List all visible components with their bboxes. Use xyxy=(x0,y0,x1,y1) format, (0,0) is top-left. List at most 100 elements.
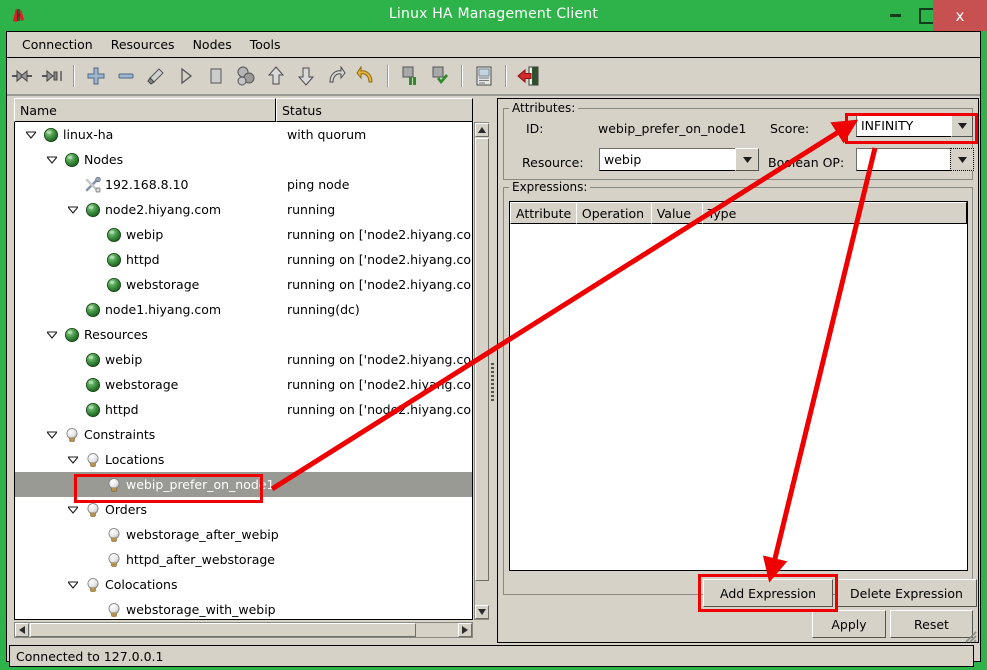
move-up-icon[interactable] xyxy=(261,61,291,91)
tree-row-status: running(dc) xyxy=(287,302,360,317)
bulb-icon xyxy=(85,502,101,518)
expressions-table[interactable]: Attribute Operation Value Type xyxy=(509,201,968,571)
exit-icon[interactable] xyxy=(513,61,543,91)
expr-column-value[interactable]: Value xyxy=(650,202,703,224)
tree-twisty-expanded-icon[interactable] xyxy=(67,204,79,216)
tree-row-webstorage[interactable]: webstorage running on ['node2.hiyang.com'… xyxy=(15,272,472,297)
highlight-box-add-expression xyxy=(698,574,838,612)
details-panel: Attributes: ID: webip_prefer_on_node1 Sc… xyxy=(497,98,979,643)
remove-icon[interactable] xyxy=(111,61,141,91)
report-icon[interactable] xyxy=(469,61,499,91)
tree-twisty-expanded-icon[interactable] xyxy=(67,504,79,516)
redo-icon[interactable] xyxy=(321,61,351,91)
tree-row-webstorage[interactable]: webstorage running on ['node2.hiyang.com'… xyxy=(15,372,472,397)
score-label: Score: xyxy=(770,121,810,136)
disconnect-icon[interactable] xyxy=(37,61,67,91)
tree-row-status: running xyxy=(287,202,336,217)
close-button[interactable]: x xyxy=(933,0,987,31)
scroll-down-arrow-icon[interactable] xyxy=(475,605,489,619)
scroll-right-arrow-icon[interactable] xyxy=(458,623,472,637)
tree-row-colocations[interactable]: Colocations xyxy=(15,572,472,597)
tree-twisty-expanded-icon[interactable] xyxy=(67,579,79,591)
tree-row-status: running on ['node2.hiyang.com'] xyxy=(287,352,473,367)
tree-row-label: linux-ha xyxy=(63,127,114,142)
tree-row-resources[interactable]: Resources xyxy=(15,322,472,347)
status-bar: Connected to 127.0.0.1 xyxy=(9,645,974,667)
tree-twisty-expanded-icon[interactable] xyxy=(25,129,37,141)
tree-horizontal-scrollbar[interactable] xyxy=(14,622,473,638)
tree-row-httpd-after-webstorage[interactable]: httpd_after_webstorage xyxy=(15,547,472,572)
expr-column-type[interactable]: Type xyxy=(701,202,967,224)
menu-item-resources[interactable]: Resources xyxy=(102,34,184,55)
tree-row-node1-hiyang-com[interactable]: node1.hiyang.com running(dc) xyxy=(15,297,472,322)
menu-item-nodes[interactable]: Nodes xyxy=(184,34,241,55)
green-ball-icon xyxy=(85,302,101,318)
add-icon[interactable] xyxy=(81,61,111,91)
cleanup-icon[interactable] xyxy=(141,61,171,91)
expr-column-operation[interactable]: Operation xyxy=(575,202,652,224)
tree-row-label: node2.hiyang.com xyxy=(105,202,222,217)
menu-item-tools[interactable]: Tools xyxy=(241,34,290,55)
tree-row-constraints[interactable]: Constraints xyxy=(15,422,472,447)
tree-row-webip[interactable]: webip running on ['node2.hiyang.com'] xyxy=(15,347,472,372)
minimize-button[interactable] xyxy=(880,0,910,31)
tree-twisty-expanded-icon[interactable] xyxy=(67,454,79,466)
menu-item-connection[interactable]: Connection xyxy=(13,34,102,55)
tree-vertical-scrollbar-thumb[interactable] xyxy=(475,138,489,581)
green-ball-icon xyxy=(85,352,101,368)
migrate-icon[interactable] xyxy=(231,61,261,91)
tree-row-locations[interactable]: Locations xyxy=(15,447,472,472)
scroll-left-arrow-icon[interactable] xyxy=(15,623,29,637)
tree-row-webip[interactable]: webip running on ['node2.hiyang.com'] xyxy=(15,222,472,247)
green-ball-icon xyxy=(64,327,80,343)
tools-icon xyxy=(85,176,101,193)
resource-label: Resource: xyxy=(522,155,584,170)
tree-row-httpd[interactable]: httpd running on ['node2.hiyang.com'] xyxy=(15,397,472,422)
toolbar-separator xyxy=(505,65,507,87)
resource-dropdown-button[interactable] xyxy=(735,148,759,171)
tree-twisty-expanded-icon[interactable] xyxy=(46,429,58,441)
tree-horizontal-scrollbar-thumb[interactable] xyxy=(30,623,416,637)
expr-column-attribute[interactable]: Attribute xyxy=(510,202,577,224)
tree-vertical-scrollbar[interactable] xyxy=(474,122,490,620)
tree-row-192-168-8-10[interactable]: 192.168.8.10 ping node xyxy=(15,172,472,197)
panel-splitter[interactable] xyxy=(489,98,497,643)
start-icon[interactable] xyxy=(171,61,201,91)
tree-row-node2-hiyang-com[interactable]: node2.hiyang.com running xyxy=(15,197,472,222)
boolean-op-dropdown-button[interactable] xyxy=(950,148,974,171)
connect-icon[interactable] xyxy=(7,61,37,91)
apply-button[interactable]: Apply xyxy=(812,610,886,638)
resize-grip-icon[interactable] xyxy=(961,627,977,643)
tree-row-label: httpd xyxy=(126,252,160,267)
stop-icon[interactable] xyxy=(201,61,231,91)
move-down-icon[interactable] xyxy=(291,61,321,91)
tree-row-label: Resources xyxy=(84,327,148,342)
toolbar-separator xyxy=(461,65,463,87)
chevron-down-icon xyxy=(957,156,967,163)
tree-row-label: webstorage_with_webip xyxy=(126,602,276,617)
column-header-name[interactable]: Name xyxy=(14,98,276,122)
toolbar xyxy=(7,58,980,96)
tree-twisty-expanded-icon[interactable] xyxy=(46,154,58,166)
column-header-status[interactable]: Status xyxy=(276,98,473,122)
tree-twisty-expanded-icon[interactable] xyxy=(46,329,58,341)
online-icon[interactable] xyxy=(425,61,455,91)
boolean-op-input[interactable] xyxy=(856,148,952,171)
tree-row-httpd[interactable]: httpd running on ['node2.hiyang.com'] xyxy=(15,247,472,272)
tree-row-webstorage-with-webip[interactable]: webstorage_with_webip xyxy=(15,597,472,619)
expressions-table-header: Attribute Operation Value Type xyxy=(510,202,967,224)
tree-row-label: node1.hiyang.com xyxy=(105,302,222,317)
tree-row-webstorage-after-webip[interactable]: webstorage_after_webip xyxy=(15,522,472,547)
resource-input[interactable]: webip xyxy=(599,148,742,171)
delete-expression-button[interactable]: Delete Expression xyxy=(836,579,977,607)
undo-icon[interactable] xyxy=(351,61,381,91)
green-ball-icon xyxy=(64,152,80,168)
resource-tree[interactable]: linux-ha with quorum Nodes 192.168.8.10 ping… xyxy=(14,122,473,620)
bulb-icon xyxy=(85,577,101,593)
tree-row-linux-ha[interactable]: linux-ha with quorum xyxy=(15,122,472,147)
standby-icon[interactable] xyxy=(395,61,425,91)
scroll-up-arrow-icon[interactable] xyxy=(475,123,489,137)
id-value: webip_prefer_on_node1 xyxy=(598,121,747,136)
tree-row-nodes[interactable]: Nodes xyxy=(15,147,472,172)
tree-row-label: httpd_after_webstorage xyxy=(126,552,275,567)
